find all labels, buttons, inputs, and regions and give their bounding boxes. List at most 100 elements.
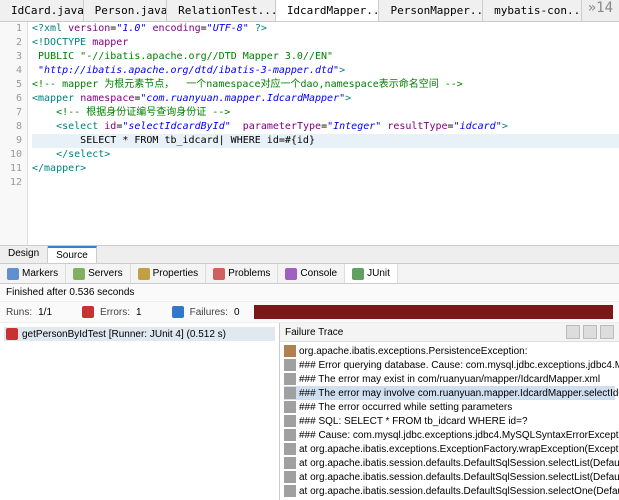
bottom-panel: Markers Servers Properties Problems Console J…	[0, 263, 619, 500]
source-tab[interactable]: Source	[48, 246, 97, 263]
test-tree-item[interactable]: getPersonByIdTest [Runner: JUnit 4] (0.5…	[4, 327, 275, 341]
trace-text: at org.apache.ibatis.exceptions.Exceptio…	[299, 444, 619, 455]
junit-summary: Runs: 1/1 Errors: 1 Failures: 0	[0, 302, 619, 323]
trace-text: ### The error may involve com.ruanyuan.m…	[299, 388, 619, 399]
trace-line[interactable]: at org.apache.ibatis.exceptions.Exceptio…	[284, 442, 615, 456]
trace-text: at org.apache.ibatis.session.defaults.De…	[299, 472, 619, 483]
doc-icon	[284, 471, 296, 483]
editor-tab[interactable]: PersonMapper...	[379, 0, 483, 21]
failure-trace: Failure Trace org.apache.ibatis.exceptio…	[280, 323, 619, 500]
editor-mode-tabs: Design Source	[0, 245, 619, 263]
code-line[interactable]: <?xml version="1.0" encoding="UTF-8" ?>	[32, 22, 619, 36]
trace-title: Failure Trace	[285, 327, 343, 338]
trace-line[interactable]: ### Cause: com.mysql.jdbc.exceptions.jdb…	[284, 428, 615, 442]
trace-line[interactable]: ### SQL: SELECT * FROM tb_idcard WHERE i…	[284, 414, 615, 428]
tab-label: PersonMapper...	[390, 4, 483, 17]
error-icon	[82, 306, 94, 318]
doc-icon	[284, 401, 296, 413]
overflow-indicator[interactable]: »14	[582, 0, 619, 21]
editor-tab[interactable]: Person.java	[84, 0, 168, 21]
panel-tab-label: Properties	[153, 268, 199, 279]
junit-body: getPersonByIdTest [Runner: JUnit 4] (0.5…	[0, 323, 619, 500]
panel-tab-icon	[7, 268, 19, 280]
code-editor: 123456789101112 <?xml version="1.0" enco…	[0, 22, 619, 245]
runs-value: 1/1	[38, 307, 52, 318]
failures-label: Failures:	[190, 307, 228, 318]
code-line[interactable]: <!-- mapper 为根元素节点， 一个namespace对应一个dao,n…	[32, 78, 619, 92]
panel-tab-servers[interactable]: Servers	[66, 264, 130, 283]
code-line[interactable]: </mapper>	[32, 162, 619, 176]
trace-text: ### Cause: com.mysql.jdbc.exceptions.jdb…	[299, 430, 619, 441]
trace-text: org.apache.ibatis.exceptions.Persistence…	[299, 346, 527, 357]
failure-icon	[172, 306, 184, 318]
trace-text: ### The error may exist in com/ruanyuan/…	[299, 374, 600, 385]
panel-tab-icon	[285, 268, 297, 280]
panel-tab-junit[interactable]: JUnit	[345, 264, 398, 283]
panel-tab-label: Problems	[228, 268, 270, 279]
tab-label: IdCard.java	[11, 4, 84, 17]
trace-line[interactable]: ### The error occurred while setting par…	[284, 400, 615, 414]
filter-icon[interactable]	[566, 325, 580, 339]
tab-label: IdcardMapper...	[287, 4, 380, 17]
tab-label: Person.java	[95, 4, 168, 17]
trace-header: Failure Trace	[280, 323, 619, 342]
tab-label: mybatis-con...	[494, 4, 582, 17]
test-progress-bar	[254, 305, 613, 319]
panel-tab-icon	[213, 268, 225, 280]
runs-label: Runs:	[6, 307, 32, 318]
trace-line[interactable]: ### The error may exist in com/ruanyuan/…	[284, 372, 615, 386]
panel-tab-properties[interactable]: Properties	[131, 264, 207, 283]
test-item-label: getPersonByIdTest [Runner: JUnit 4] (0.5…	[22, 329, 226, 340]
failures-value: 0	[234, 307, 240, 318]
trace-text: ### SQL: SELECT * FROM tb_idcard WHERE i…	[299, 416, 528, 427]
line-gutter: 123456789101112	[0, 22, 28, 245]
panel-tabs: Markers Servers Properties Problems Console J…	[0, 264, 619, 284]
trace-lines[interactable]: org.apache.ibatis.exceptions.Persistence…	[280, 342, 619, 500]
panel-tab-label: Servers	[88, 268, 122, 279]
panel-tab-icon	[138, 268, 150, 280]
code-line[interactable]: "http://ibatis.apache.org/dtd/ibatis-3-m…	[32, 64, 619, 78]
next-icon[interactable]	[600, 325, 614, 339]
tab-label: RelationTest....	[178, 4, 276, 17]
editor-tabs: IdCard.java Person.java RelationTest.... Id…	[0, 0, 619, 22]
editor-tab[interactable]: mybatis-con...	[483, 0, 582, 21]
test-error-icon	[6, 328, 18, 340]
code-line[interactable]: </select>	[32, 148, 619, 162]
panel-tab-label: Console	[300, 268, 337, 279]
doc-icon	[284, 373, 296, 385]
design-tab[interactable]: Design	[0, 246, 48, 263]
editor-tab[interactable]: IdCard.java	[0, 0, 84, 21]
trace-text: at org.apache.ibatis.session.defaults.De…	[299, 486, 619, 497]
compare-icon[interactable]	[583, 325, 597, 339]
test-tree[interactable]: getPersonByIdTest [Runner: JUnit 4] (0.5…	[0, 323, 280, 500]
trace-line[interactable]: at org.apache.ibatis.session.defaults.De…	[284, 470, 615, 484]
trace-line[interactable]: at org.apache.ibatis.session.defaults.De…	[284, 456, 615, 470]
panel-tab-problems[interactable]: Problems	[206, 264, 278, 283]
code-line[interactable]: <!DOCTYPE mapper	[32, 36, 619, 50]
trace-text: at org.apache.ibatis.session.defaults.De…	[299, 458, 619, 469]
trace-line[interactable]: ### Error querying database. Cause: com.…	[284, 358, 615, 372]
code-line[interactable]: <!-- 根据身份证编号查询身份证 -->	[32, 106, 619, 120]
panel-tab-console[interactable]: Console	[278, 264, 345, 283]
doc-icon	[284, 415, 296, 427]
trace-text: ### The error occurred while setting par…	[299, 402, 512, 413]
junit-status: Finished after 0.536 seconds	[0, 284, 619, 302]
editor-tab[interactable]: RelationTest....	[167, 0, 276, 21]
panel-tab-label: JUnit	[367, 268, 390, 279]
doc-icon	[284, 485, 296, 497]
trace-line[interactable]: at org.apache.ibatis.session.defaults.De…	[284, 484, 615, 498]
code-line[interactable]: SELECT * FROM tb_idcard| WHERE id=#{id}	[32, 134, 619, 148]
code-area[interactable]: <?xml version="1.0" encoding="UTF-8" ?><…	[28, 22, 619, 245]
editor-tab[interactable]: IdcardMapper...	[276, 0, 380, 21]
doc-icon	[284, 429, 296, 441]
code-line[interactable]: <select id="selectIdcardById" parameterT…	[32, 120, 619, 134]
doc-icon	[284, 443, 296, 455]
code-line[interactable]: <mapper namespace="com.ruanyuan.mapper.I…	[32, 92, 619, 106]
panel-tab-icon	[352, 268, 364, 280]
doc-icon	[284, 457, 296, 469]
trace-line[interactable]: org.apache.ibatis.exceptions.Persistence…	[284, 344, 615, 358]
panel-tab-label: Markers	[22, 268, 58, 279]
code-line[interactable]: PUBLIC "-//ibatis.apache.org//DTD Mapper…	[32, 50, 619, 64]
trace-line[interactable]: ### The error may involve com.ruanyuan.m…	[284, 386, 615, 400]
panel-tab-markers[interactable]: Markers	[0, 264, 66, 283]
